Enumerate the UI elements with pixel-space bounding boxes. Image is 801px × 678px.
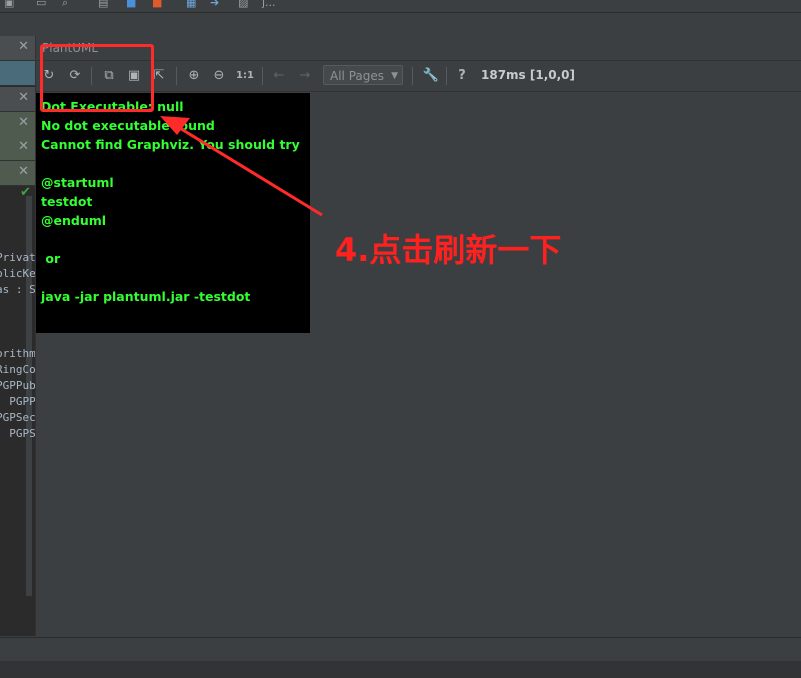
annotation-text: 4.点击刷新一下 <box>335 231 562 269</box>
annotation-arrow <box>160 116 323 217</box>
